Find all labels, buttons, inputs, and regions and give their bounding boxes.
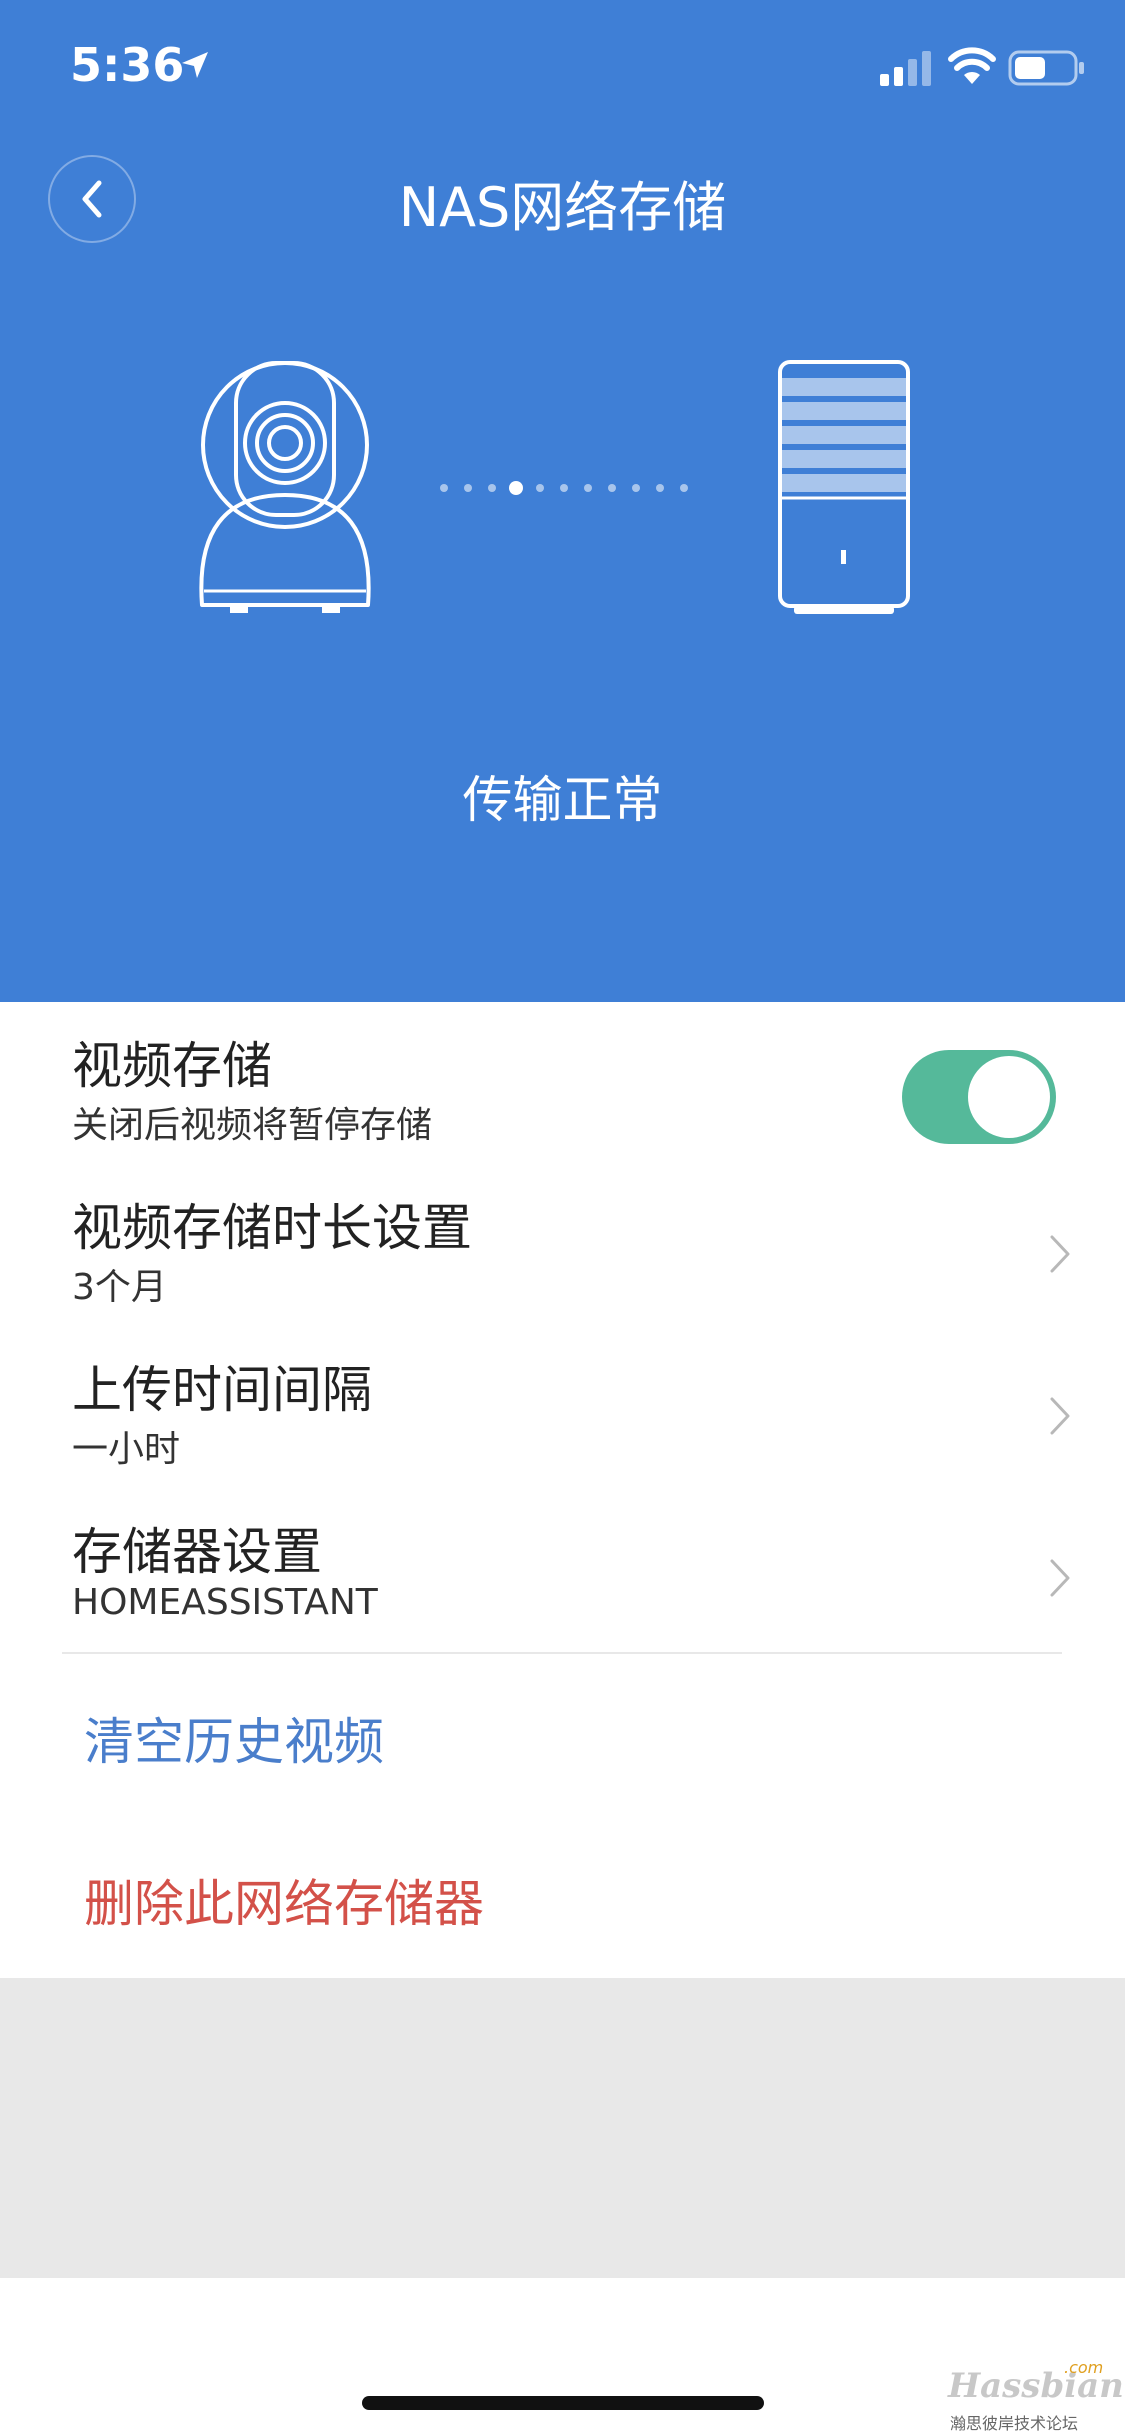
upload-interval-row[interactable]: 上传时间间隔 一小时 [0, 1346, 1125, 1506]
watermark-tagline: 瀚思彼岸技术论坛 [950, 2414, 1079, 2433]
chevron-right-icon [1050, 1235, 1070, 1273]
home-indicator[interactable] [362, 2396, 764, 2410]
retention-title: 视频存储时长设置 [72, 1199, 472, 1257]
wifi-icon [948, 47, 996, 84]
location-arrow-icon [182, 52, 208, 78]
upload-interval-title: 上传时间间隔 [72, 1361, 372, 1419]
storage-device-row[interactable]: 存储器设置 HOMEASSISTANT [0, 1508, 1125, 1668]
video-storage-title: 视频存储 [72, 1037, 272, 1095]
retention-value: 3个月 [72, 1267, 167, 1308]
nas-storage-icon [778, 360, 910, 614]
hero-header: 5:36 NAS网络存储 传输正常 [0, 0, 1125, 1002]
video-storage-subtitle: 关闭后视频将暂停存储 [72, 1105, 433, 1146]
cellular-signal-icon [880, 51, 931, 86]
clear-history-button[interactable]: 清空历史视频 [84, 1702, 384, 1774]
chevron-right-icon [1050, 1559, 1070, 1597]
connection-status-text: 传输正常 [462, 771, 663, 829]
chevron-right-icon [1050, 1397, 1070, 1435]
watermark-domain: .com [1064, 2358, 1104, 2377]
retention-setting-row[interactable]: 视频存储时长设置 3个月 [0, 1184, 1125, 1344]
toggle-knob [968, 1056, 1050, 1138]
storage-device-title: 存储器设置 [72, 1523, 322, 1581]
battery-icon [1008, 50, 1084, 86]
settings-list: 视频存储 关闭后视频将暂停存储 视频存储时长设置 3个月 上传时间间隔 一小时 … [0, 1002, 1125, 1980]
divider [62, 1652, 1062, 1654]
video-storage-toggle[interactable] [902, 1050, 1056, 1144]
delete-storage-button[interactable]: 删除此网络存储器 [84, 1864, 484, 1936]
empty-area [0, 1978, 1125, 2278]
status-time: 5:36 [70, 38, 185, 92]
page-title: NAS网络存储 [398, 176, 727, 239]
status-bar: 5:36 [0, 0, 1125, 130]
camera-icon [199, 361, 371, 613]
storage-device-value: HOMEASSISTANT [72, 1582, 378, 1623]
connection-dots [440, 481, 688, 495]
video-storage-row: 视频存储 关闭后视频将暂停存储 [0, 1022, 1125, 1182]
upload-interval-value: 一小时 [72, 1429, 181, 1470]
watermark: Hassbian .com 瀚思彼岸技术论坛 [948, 2358, 1124, 2433]
